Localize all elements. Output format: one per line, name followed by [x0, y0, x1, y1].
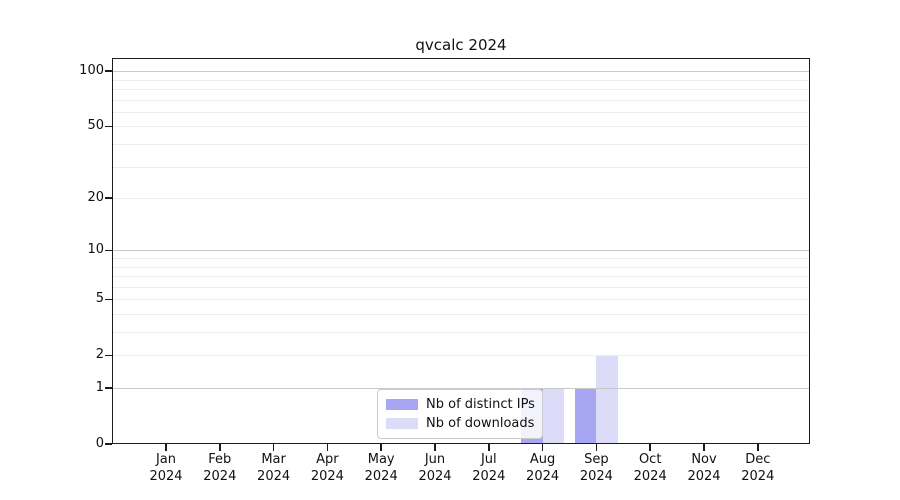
minor-gridline-90 [112, 79, 810, 81]
minor-gridline-30 [112, 166, 810, 168]
y-tickmark-2 [105, 354, 112, 357]
y-tickmark-5 [105, 298, 112, 301]
minor-gridline-8 [112, 266, 810, 268]
y-tick-label-2: 2 [95, 347, 104, 363]
minor-gridline-5 [112, 299, 810, 301]
y-tick-label-5: 5 [95, 291, 104, 307]
minor-gridline-20 [112, 198, 810, 200]
minor-gridline-40 [112, 144, 810, 146]
y-tick-label-20: 20 [87, 190, 104, 206]
legend: Nb of distinct IPs Nb of downloads [377, 389, 543, 439]
legend-entry-0: Nb of distinct IPs [386, 396, 535, 412]
plot-area: Nb of distinct IPs Nb of downloads [112, 58, 810, 444]
minor-gridline-50 [112, 126, 810, 128]
y-tick-label-50: 50 [87, 118, 104, 134]
chart-title: qvcalc 2024 [415, 36, 507, 54]
minor-gridline-60 [112, 111, 810, 113]
grid-layer [112, 58, 810, 444]
minor-gridline-3 [112, 332, 810, 334]
minor-gridline-4 [112, 314, 810, 315]
legend-swatch-1 [386, 418, 418, 430]
legend-label-0: Nb of distinct IPs [426, 396, 535, 412]
x-tickmark-oct [649, 444, 651, 451]
x-tickmark-feb [219, 444, 221, 451]
y-tickmark-100 [105, 70, 112, 72]
y-tickmark-0 [105, 443, 112, 445]
y-tickmark-50 [105, 125, 112, 128]
x-tickmark-nov [703, 444, 705, 451]
chart-figure: qvcalc 2024 Nb of distinct IPs Nb of down… [0, 0, 900, 500]
legend-label-1: Nb of downloads [426, 416, 535, 432]
x-tickmark-aug [541, 444, 544, 451]
x-tickmark-sep [595, 444, 598, 451]
y-tickmark-1 [105, 387, 112, 389]
y-tick-label-100: 100 [79, 63, 104, 79]
y-tick-label-10: 10 [87, 242, 104, 258]
minor-gridline-9 [112, 258, 810, 260]
x-tick-label-dec: Dec 2024 [741, 452, 775, 484]
minor-gridline-80 [112, 89, 810, 91]
x-tickmark-dec [757, 444, 759, 451]
x-tickmark-jul [488, 444, 490, 451]
y-tickmark-10 [105, 249, 112, 252]
minor-gridline-7 [112, 276, 810, 278]
x-tickmark-jan [165, 444, 167, 451]
major-gridline-100 [112, 71, 810, 73]
x-tickmark-may [380, 444, 382, 451]
x-tickmark-mar [272, 444, 275, 451]
minor-gridline-6 [112, 286, 810, 288]
y-tick-label-0: 0 [95, 436, 104, 451]
y-tickmark-20 [105, 197, 112, 199]
x-tickmark-jun [434, 444, 436, 451]
major-gridline-10 [112, 250, 810, 252]
minor-gridline-70 [112, 99, 810, 101]
legend-swatch-0 [386, 398, 418, 410]
y-tick-label-1: 1 [95, 380, 104, 396]
minor-gridline-2 [112, 355, 810, 357]
x-tickmark-apr [326, 444, 329, 451]
legend-entry-1: Nb of downloads [386, 416, 534, 431]
